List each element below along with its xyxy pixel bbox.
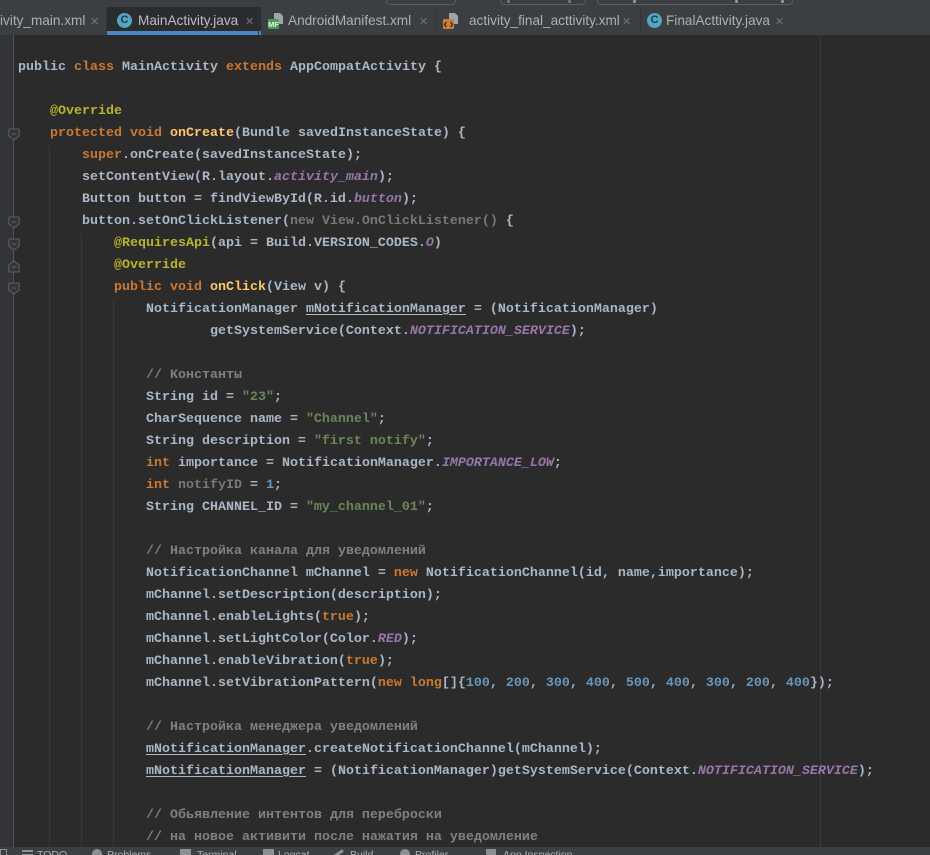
svg-text:MF: MF [268,20,279,29]
